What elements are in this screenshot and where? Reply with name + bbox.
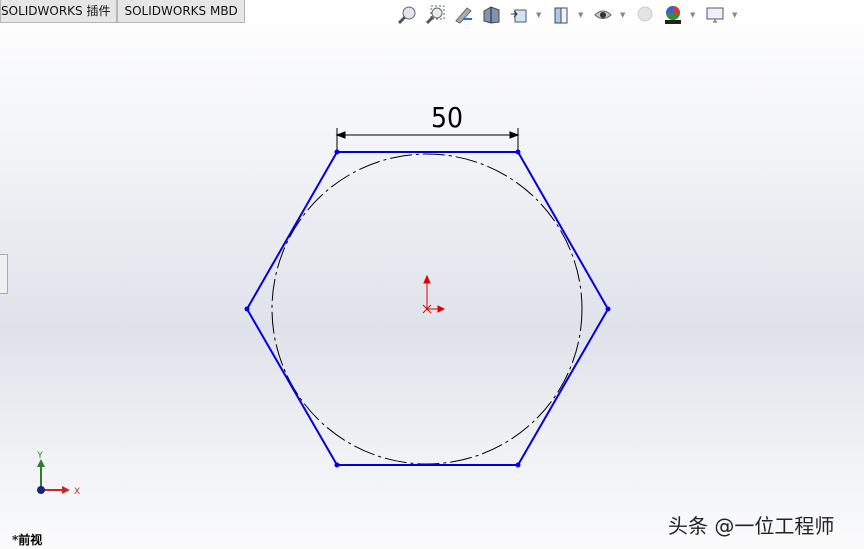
- triad-x-label: X: [74, 487, 80, 497]
- origin-icon: [422, 274, 446, 314]
- view-name-label: *前视: [12, 533, 43, 547]
- sketch-canvas[interactable]: 50 Y X: [0, 0, 864, 549]
- reference-triad: Y X: [36, 451, 80, 497]
- watermark: 头条 @一位工程师: [668, 514, 835, 538]
- dimension-value[interactable]: 50: [431, 101, 463, 134]
- triad-y-label: Y: [36, 451, 43, 461]
- dimension-line: [335, 128, 520, 150]
